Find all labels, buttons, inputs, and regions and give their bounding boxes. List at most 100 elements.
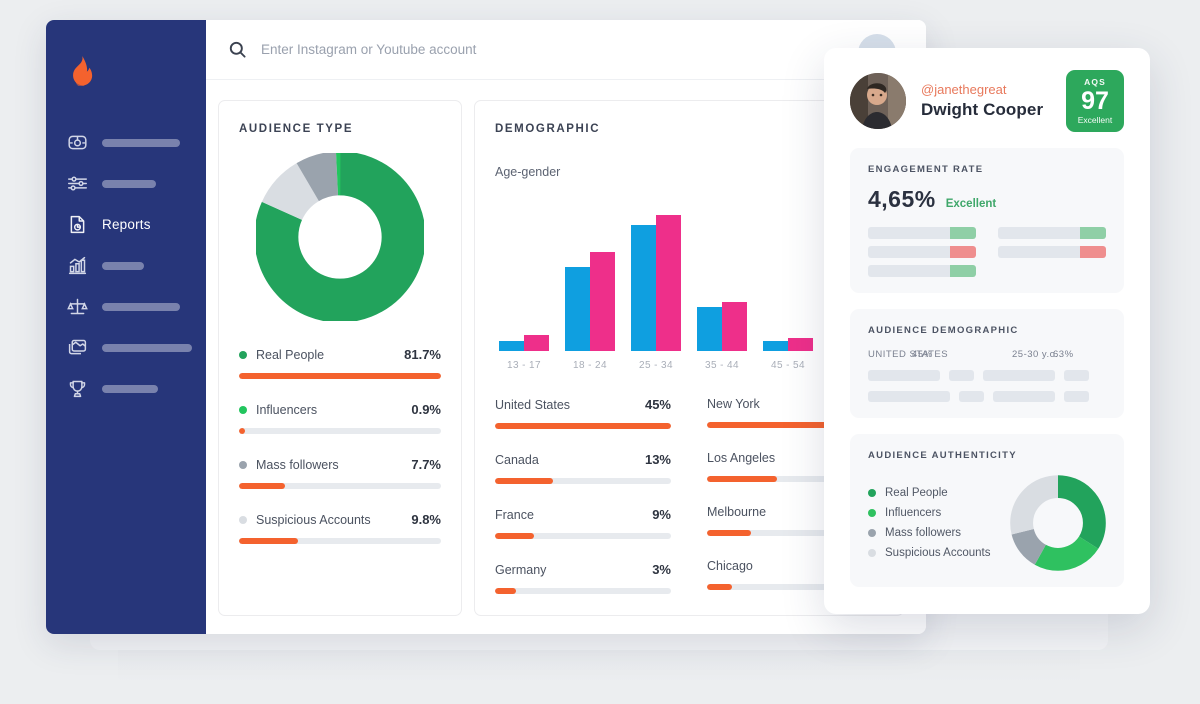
sidebar-item-label: Reports [102,217,151,232]
bar-chart-icon [68,256,87,275]
legend-label: Real People [885,487,948,499]
progress-track [239,428,441,434]
authenticity-donut-chart [1010,475,1106,571]
demographic-skeleton-row [868,391,1106,402]
progress-fill [239,373,441,379]
sidebar-item-label [102,138,180,147]
country-row: Canada 13% [495,452,671,484]
bar-male [565,267,590,351]
audience-type-metrics: Real People 81.7% Influencers 0.9% Mass … [239,347,441,544]
profile-handle: @janethegreat [921,82,1007,97]
progress-fill [495,533,534,539]
country-value: 13% [644,452,671,467]
legend-dot-icon [239,405,247,414]
bar-female [590,252,615,351]
progress-track [495,478,671,484]
bar-group [697,302,747,351]
demographic-age-value: 63% [1053,349,1074,360]
demographic-age: 25-30 y.o. 63% [1012,349,1073,360]
demographic-summary: UNITED STATES 45% 25-30 y.o. 63% [868,349,1106,360]
aqs-label: AQS [1084,76,1106,87]
sidebar-item-reports[interactable]: Reports [46,204,206,245]
search-input[interactable] [261,42,621,57]
image-card-icon [68,339,87,355]
legend-dot-icon [239,460,247,469]
sidebar-item-achievements[interactable] [46,368,206,409]
progress-fill [707,584,732,590]
sidebar-item-label [102,343,192,352]
audience-authenticity-section: AUDIENCE AUTHENTICITY Real People Influe… [850,434,1124,587]
search-bar[interactable] [228,40,904,59]
bar-group [763,338,813,351]
bar-male [763,341,788,351]
section-title: AUDIENCE AUTHENTICITY [868,450,1017,461]
metric-label: Real People [256,347,325,362]
progress-track [495,423,671,429]
profile-header: @janethegreat Dwight Cooper AQS 97 Excel… [850,70,1124,132]
profile-name: Dwight Cooper [921,100,1044,119]
bar-male [499,341,524,351]
legend-item: Influencers [868,507,1010,519]
metric-value: 81.7% [404,347,441,362]
country-label: United States [495,397,571,412]
progress-fill [707,530,751,536]
legend-item: Suspicious Accounts [868,547,1010,559]
bar-female [788,338,813,351]
sidebar-item-analytics[interactable] [46,245,206,286]
legend-dot-icon [868,489,876,497]
axis-tick: 45 - 54 [771,360,805,371]
country-row: Germany 3% [495,562,671,594]
app-logo[interactable] [46,42,206,100]
legend-label: Influencers [885,507,942,519]
metric-value: 0.9% [411,402,441,417]
panels: AUDIENCE TYPE Real People 81.7% Influenc… [206,80,926,616]
sidebar-item-settings[interactable] [46,163,206,204]
progress-track [239,373,441,379]
balance-scales-icon [67,298,88,315]
profile-report-card: @janethegreat Dwight Cooper AQS 97 Excel… [824,48,1150,614]
legend-dot-icon [868,509,876,517]
aqs-status: Excellent [1077,115,1113,126]
trophy-icon [69,380,86,398]
progress-fill [239,538,298,544]
engagement-rate-section: ENGAGEMENT RATE 4,65% Excellent [850,148,1124,293]
sidebar-item-media[interactable] [46,327,206,368]
metric-row: Mass followers 7.7% [239,457,441,489]
axis-tick: 25 - 34 [639,360,673,371]
sidebar-item-label [102,302,180,311]
legend-dot-icon [239,515,247,524]
progress-fill [495,423,671,429]
legend-dot-icon [868,549,876,557]
sidebar-item-label [102,384,158,393]
aqs-value: 97 [1081,86,1109,115]
skeleton-row [868,265,976,277]
demographic-country-value: 45% [912,349,933,360]
metric-label: Mass followers [256,457,339,472]
progress-track [239,538,441,544]
sidebar-item-compare[interactable] [46,286,206,327]
top-bar [206,20,926,80]
avatar[interactable] [850,73,906,129]
bar-group [499,335,549,351]
engagement-rate-status: Excellent [945,198,997,210]
donut-chart [256,153,424,321]
flame-icon [73,56,93,86]
content-area: AUDIENCE TYPE [206,20,926,634]
axis-tick: 13 - 17 [507,360,541,371]
sidebar-nav: Reports [46,122,206,409]
bar-female [524,335,549,351]
gauge-dashboard-icon [68,135,87,150]
legend-label: Suspicious Accounts [885,547,991,559]
metric-value: 7.7% [411,457,441,472]
metric-label: Influencers [256,402,318,417]
screen: Reports Enter Instagram or Youtube accou… [0,0,1200,704]
metric-label: Suspicious Accounts [256,512,371,527]
sidebar-item-dashboard[interactable] [46,122,206,163]
demographic-country: UNITED STATES 45% [868,349,960,360]
skeleton-row [998,227,1106,239]
country-row: United States 45% [495,397,671,429]
sidebar-item-label [102,179,156,188]
app-window: Reports Enter Instagram or Youtube accou… [46,20,926,634]
axis-tick: 18 - 24 [573,360,607,371]
demographic-skeleton-row [868,370,1106,381]
